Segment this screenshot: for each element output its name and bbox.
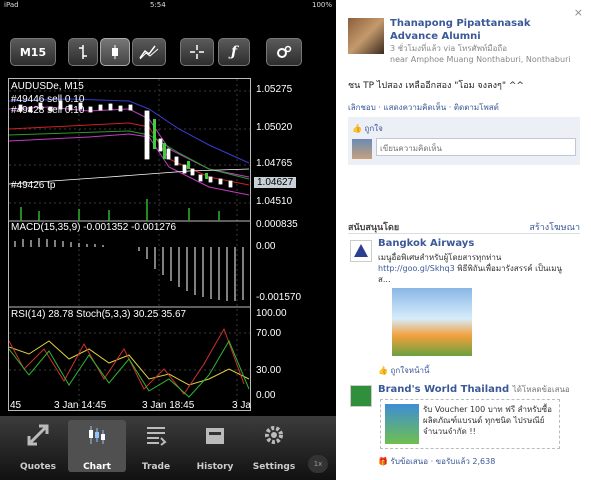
rsi-tick: 100.00 (256, 308, 287, 319)
price-tick: 1.04765 (256, 158, 293, 169)
price-tick: 1.05020 (256, 122, 293, 133)
offer-text: รับ Voucher 100 บาท ฟรี สำหรับซื้อผลิตภั… (423, 405, 552, 436)
chart-icon (89, 426, 105, 444)
bangkok-airways-logo (350, 240, 372, 262)
ad-image[interactable] (392, 288, 472, 356)
group-name[interactable]: Advance Alumni (390, 30, 531, 43)
time-axis: 45 3 Jan 14:45 3 Jan 18:45 3 Ja (8, 400, 251, 414)
crosshair-icon (190, 45, 204, 59)
post-meta: 3 ชั่วโมงที่แล้ว via โทรศัพท์มือถือ near… (390, 43, 571, 65)
tab-chart[interactable]: Chart (68, 420, 126, 472)
ad-title[interactable]: Brand's World Thailand ได้โหลดข้อเสนอ (378, 383, 570, 396)
timeframe-button[interactable]: M15 (10, 38, 56, 66)
ad-body: เมนูอื่อพิเศษสำหรับผู้โดยสารทุกท่าน http… (378, 253, 562, 284)
trade-icon (147, 427, 167, 446)
function-icon: ƒ (230, 44, 238, 60)
rsi-tick: 0.00 (256, 390, 276, 401)
avatar[interactable] (348, 18, 384, 54)
rsi-tick: 70.00 (256, 328, 282, 339)
tab-label: Quotes (19, 462, 56, 472)
price-chart[interactable]: AUDUSDe, M15 #49446 sell 0.10 #49428 sel… (8, 78, 251, 411)
tab-label: Trade (141, 462, 171, 472)
time-tick: 3 Ja (232, 400, 251, 411)
candle-chart-mode-button[interactable] (100, 38, 130, 66)
chart-settings-button[interactable] (266, 38, 302, 66)
status-bar: iPad 5:54 100% (0, 0, 336, 12)
post-time: 3 ชั่วโมงที่แล้ว via โทรศัพท์มือถือ (390, 44, 508, 53)
price-tick: 1.05275 (256, 84, 293, 95)
offer-box[interactable]: รับ Voucher 100 บาท ฟรี สำหรับซื้อผลิตภั… (380, 399, 560, 449)
ad-link[interactable]: http://goo.gl/Skhq3 (378, 264, 455, 273)
create-ad-link[interactable]: สร้างโฆษณา (529, 220, 580, 234)
tab-quotes[interactable]: Quotes (9, 420, 67, 472)
tab-history[interactable]: History (186, 420, 244, 472)
ad-card[interactable]: Brand's World Thailand ได้โหลดข้อเสนอ รั… (348, 383, 580, 478)
time-tick: 45 (10, 400, 22, 411)
gears-icon (277, 45, 292, 58)
offer-claim-link[interactable]: 🎁 รับข้อเสนอ · ขอรับแล้ว 2,638 (378, 455, 495, 468)
divider (348, 233, 580, 234)
tab-label: Chart (83, 462, 111, 472)
history-icon (206, 428, 224, 444)
author-name[interactable]: Thanapong Pipattanasak (390, 17, 531, 30)
line-mode-icon (139, 45, 159, 60)
tp-line-label: #49426 tp (11, 180, 56, 191)
tab-label: History (196, 462, 234, 472)
avatar (352, 139, 372, 159)
trading-app: iPad 5:54 100% M15 ƒ AUDUSDe, M15 #49446… (0, 0, 336, 480)
carrier-label: iPad (4, 1, 19, 9)
symbol-label: AUDUSDe, M15 (11, 81, 84, 92)
macd-tick: 0.00 (256, 241, 276, 252)
time-tick: 3 Jan 14:45 (54, 400, 107, 411)
sponsored-title: สนับสนุนโดย (348, 223, 400, 233)
post-author[interactable]: Thanapong Pipattanasak Advance Alumni (390, 17, 531, 43)
like-label[interactable]: 👍 ถูกใจ (352, 122, 383, 135)
rsi-tick: 30.00 (256, 365, 282, 376)
price-tick: 1.04510 (256, 196, 293, 207)
order-line-label: #49428 sell 0.10 (11, 105, 85, 116)
macd-label: MACD(15,35,9) -0.001352 -0.001276 (11, 222, 177, 233)
status-clock: 5:54 (150, 1, 166, 9)
price-axis: 1.05275 1.05020 1.04765 1.04627 1.04510 … (251, 78, 307, 411)
crosshair-button[interactable] (180, 38, 214, 66)
close-icon[interactable]: × (574, 6, 583, 19)
time-tick: 3 Jan 18:45 (142, 400, 195, 411)
tab-trade[interactable]: Trade (127, 420, 185, 472)
rsi-label: RSI(14) 28.78 Stoch(5,3,3) 30.25 35.67 (11, 309, 187, 320)
bar-mode-icon (79, 45, 87, 59)
line-chart-mode-button[interactable] (132, 38, 166, 66)
tab-settings[interactable]: Settings (245, 420, 303, 472)
ad-card[interactable]: Bangkok Airways เมนูอื่อพิเศษสำหรับผู้โด… (348, 238, 580, 378)
sponsored-header: สนับสนุนโดย สร้างโฆษณา (348, 220, 580, 234)
indicators-button[interactable]: ƒ (218, 38, 250, 66)
current-price-marker: 1.04627 (254, 177, 297, 188)
zoom-badge[interactable]: 1x (308, 455, 328, 473)
post-location: near Amphoe Muang Nonthaburi, Nonthaburi (390, 55, 571, 64)
tab-label: Settings (252, 462, 296, 472)
like-comment-box: 👍 ถูกใจ เขียนความคิดเห็น (348, 117, 580, 165)
ad-title[interactable]: Bangkok Airways (378, 238, 474, 249)
chart-canvas (9, 79, 250, 410)
post-actions[interactable]: เลิกชอบ · แสดงความคิดเห็น · ติดตามโพสต์ (348, 101, 499, 114)
post-message: ชน TP ไปสอง เหลืออีกสอง "โอม จงลงๆ" ^^ (348, 81, 524, 91)
offer-image (385, 404, 419, 444)
settings-icon (265, 426, 283, 444)
battery-indicator: 100% (311, 1, 332, 9)
order-line-label: #49446 sell 0.10 (11, 94, 85, 105)
tab-bar: Quotes Chart Trade History Settings (0, 416, 336, 480)
brands-logo (350, 385, 372, 407)
candle-mode-icon (112, 45, 118, 59)
comment-input[interactable]: เขียนความคิดเห็น (376, 138, 576, 156)
ad-like-link[interactable]: 👍 ถูกใจหน้านี้ (378, 364, 430, 377)
macd-tick: -0.001570 (256, 292, 302, 303)
macd-tick: 0.000835 (256, 219, 298, 230)
bar-chart-mode-button[interactable] (68, 38, 98, 66)
quotes-icon (27, 424, 49, 446)
chart-toolbar: M15 ƒ (0, 30, 336, 70)
facebook-panel: × Thanapong Pipattanasak Advance Alumni … (336, 0, 591, 480)
